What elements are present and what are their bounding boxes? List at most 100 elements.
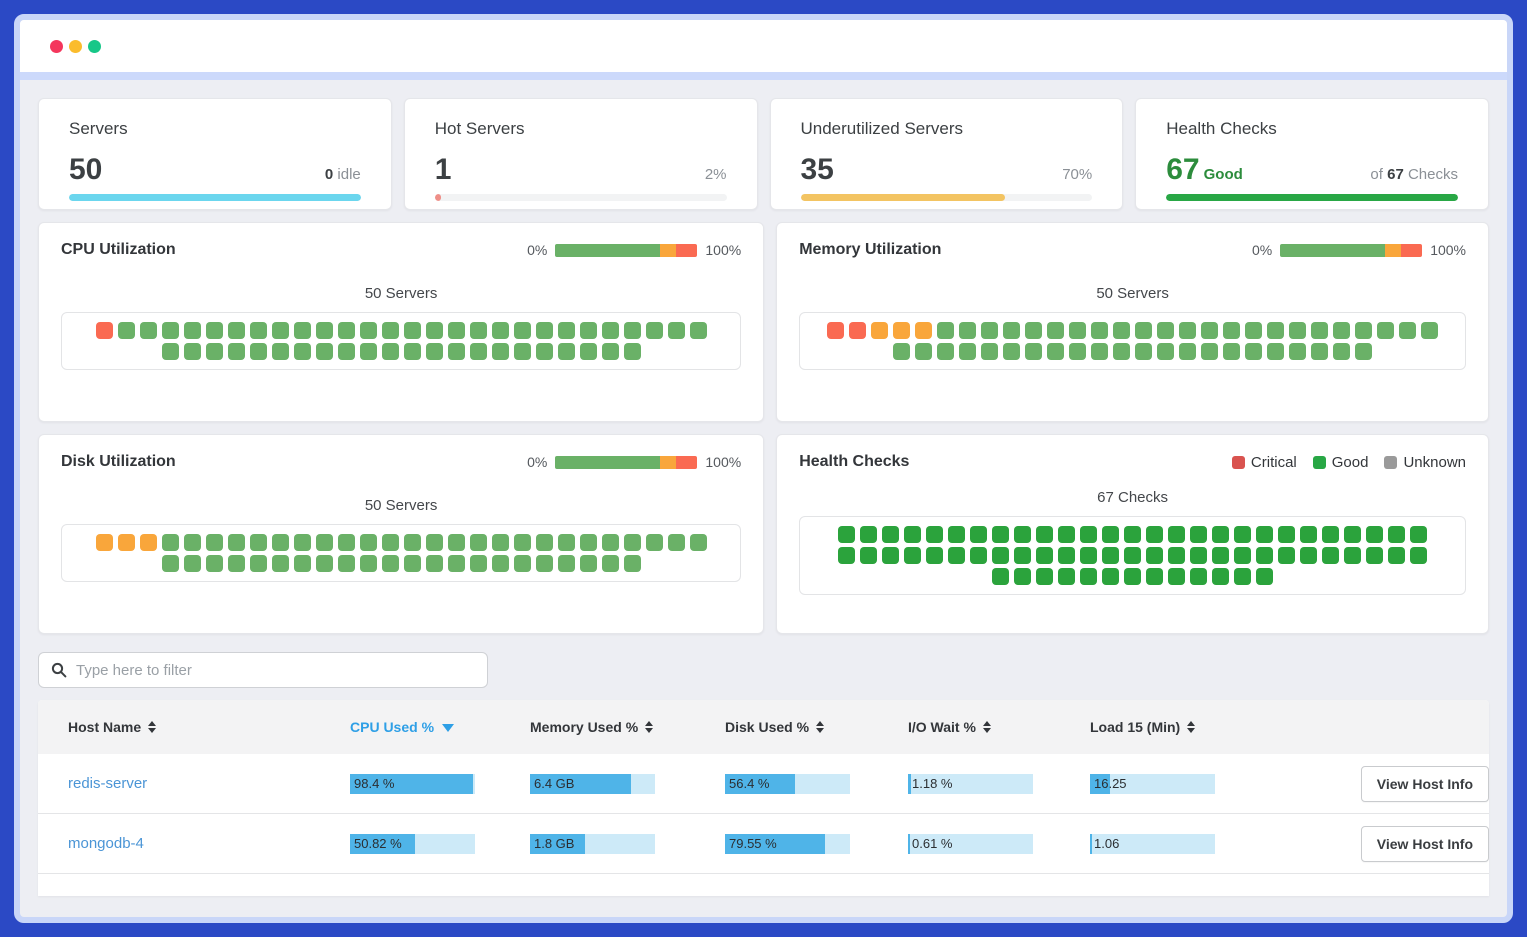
status-cell[interactable] xyxy=(1245,343,1262,360)
status-cell[interactable] xyxy=(426,534,443,551)
status-cell[interactable] xyxy=(1179,343,1196,360)
status-cell[interactable] xyxy=(1311,322,1328,339)
status-cell[interactable] xyxy=(1069,322,1086,339)
filter-input[interactable] xyxy=(76,662,475,679)
status-cell[interactable] xyxy=(206,322,223,339)
status-cell[interactable] xyxy=(1355,322,1372,339)
status-cell[interactable] xyxy=(1124,568,1141,585)
status-cell[interactable] xyxy=(1256,526,1273,543)
status-cell[interactable] xyxy=(624,343,641,360)
status-cell[interactable] xyxy=(206,534,223,551)
column-header-i-o-wait-[interactable]: I/O Wait % xyxy=(908,719,1090,735)
status-cell[interactable] xyxy=(250,534,267,551)
status-cell[interactable] xyxy=(294,555,311,572)
status-cell[interactable] xyxy=(228,534,245,551)
status-cell[interactable] xyxy=(184,343,201,360)
status-cell[interactable] xyxy=(360,322,377,339)
status-cell[interactable] xyxy=(1058,547,1075,564)
status-cell[interactable] xyxy=(926,526,943,543)
status-cell[interactable] xyxy=(1245,322,1262,339)
maximize-window-icon[interactable] xyxy=(88,40,101,53)
status-cell[interactable] xyxy=(904,547,921,564)
status-cell[interactable] xyxy=(470,534,487,551)
view-host-info-button[interactable]: View Host Info xyxy=(1361,766,1489,802)
status-cell[interactable] xyxy=(1311,343,1328,360)
status-cell[interactable] xyxy=(1146,568,1163,585)
status-cell[interactable] xyxy=(915,343,932,360)
status-cell[interactable] xyxy=(882,526,899,543)
status-cell[interactable] xyxy=(646,534,663,551)
status-cell[interactable] xyxy=(904,526,921,543)
status-cell[interactable] xyxy=(162,322,179,339)
column-header-memory-used-[interactable]: Memory Used % xyxy=(530,719,725,735)
status-cell[interactable] xyxy=(404,322,421,339)
status-cell[interactable] xyxy=(646,322,663,339)
status-cell[interactable] xyxy=(1388,526,1405,543)
status-cell[interactable] xyxy=(382,534,399,551)
status-cell[interactable] xyxy=(426,555,443,572)
status-cell[interactable] xyxy=(1278,526,1295,543)
status-cell[interactable] xyxy=(1091,322,1108,339)
status-cell[interactable] xyxy=(536,322,553,339)
status-cell[interactable] xyxy=(624,322,641,339)
status-cell[interactable] xyxy=(1036,568,1053,585)
status-cell[interactable] xyxy=(140,534,157,551)
status-cell[interactable] xyxy=(1289,322,1306,339)
status-cell[interactable] xyxy=(1047,343,1064,360)
status-cell[interactable] xyxy=(206,555,223,572)
status-cell[interactable] xyxy=(360,343,377,360)
column-header-disk-used-[interactable]: Disk Used % xyxy=(725,719,908,735)
status-cell[interactable] xyxy=(492,534,509,551)
status-cell[interactable] xyxy=(448,343,465,360)
status-cell[interactable] xyxy=(1366,526,1383,543)
status-cell[interactable] xyxy=(514,534,531,551)
status-cell[interactable] xyxy=(250,343,267,360)
status-cell[interactable] xyxy=(1058,526,1075,543)
column-header-host-name[interactable]: Host Name xyxy=(38,719,350,735)
status-cell[interactable] xyxy=(602,322,619,339)
status-cell[interactable] xyxy=(338,555,355,572)
status-cell[interactable] xyxy=(162,534,179,551)
status-cell[interactable] xyxy=(915,322,932,339)
status-cell[interactable] xyxy=(1003,322,1020,339)
status-cell[interactable] xyxy=(272,343,289,360)
status-cell[interactable] xyxy=(624,534,641,551)
status-cell[interactable] xyxy=(514,322,531,339)
status-cell[interactable] xyxy=(937,343,954,360)
status-cell[interactable] xyxy=(470,343,487,360)
status-cell[interactable] xyxy=(426,322,443,339)
status-cell[interactable] xyxy=(1157,343,1174,360)
status-cell[interactable] xyxy=(1234,526,1251,543)
status-cell[interactable] xyxy=(668,534,685,551)
status-cell[interactable] xyxy=(162,555,179,572)
status-cell[interactable] xyxy=(1047,322,1064,339)
status-cell[interactable] xyxy=(448,534,465,551)
status-cell[interactable] xyxy=(981,343,998,360)
status-cell[interactable] xyxy=(1212,568,1229,585)
status-cell[interactable] xyxy=(1124,526,1141,543)
status-cell[interactable] xyxy=(1267,322,1284,339)
close-window-icon[interactable] xyxy=(50,40,63,53)
status-cell[interactable] xyxy=(871,322,888,339)
status-cell[interactable] xyxy=(970,547,987,564)
status-cell[interactable] xyxy=(338,322,355,339)
status-cell[interactable] xyxy=(1289,343,1306,360)
status-cell[interactable] xyxy=(448,322,465,339)
status-cell[interactable] xyxy=(316,322,333,339)
status-cell[interactable] xyxy=(1168,526,1185,543)
status-cell[interactable] xyxy=(1410,526,1427,543)
status-cell[interactable] xyxy=(1168,547,1185,564)
status-cell[interactable] xyxy=(1135,343,1152,360)
status-cell[interactable] xyxy=(140,322,157,339)
host-link[interactable]: redis-server xyxy=(68,775,147,792)
status-cell[interactable] xyxy=(1300,547,1317,564)
status-cell[interactable] xyxy=(959,322,976,339)
status-cell[interactable] xyxy=(250,322,267,339)
status-cell[interactable] xyxy=(849,322,866,339)
status-cell[interactable] xyxy=(1278,547,1295,564)
status-cell[interactable] xyxy=(558,343,575,360)
status-cell[interactable] xyxy=(992,568,1009,585)
status-cell[interactable] xyxy=(1223,343,1240,360)
status-cell[interactable] xyxy=(492,322,509,339)
status-cell[interactable] xyxy=(1366,547,1383,564)
